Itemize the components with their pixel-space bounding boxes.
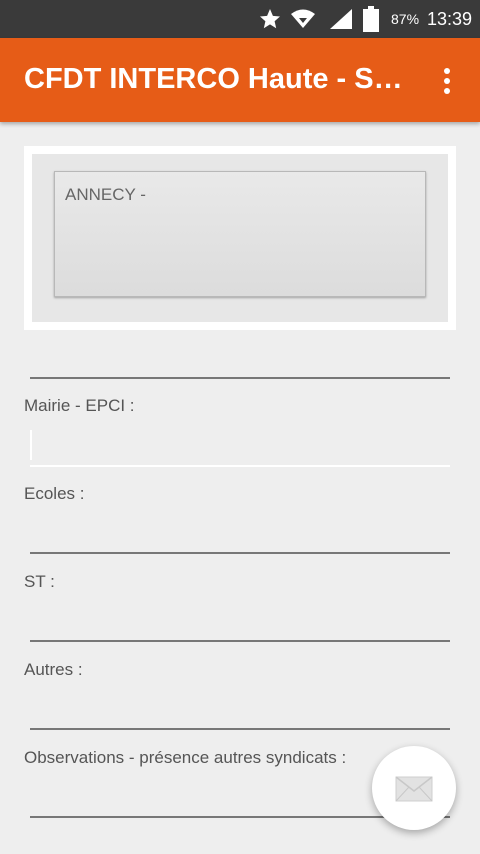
star-icon (258, 0, 282, 38)
st-input[interactable] (30, 640, 450, 642)
address-button[interactable]: ANNECY - (54, 171, 426, 297)
label-st: ST : (24, 572, 55, 591)
mairie-epci-input[interactable] (30, 465, 450, 467)
app-title: CFDT INTERCO Haute - Savoie (24, 63, 404, 95)
label-observations: Observations - présence autres syndicats… (24, 748, 347, 767)
status-bar: 87% 13:39 (0, 0, 480, 38)
text-cursor (30, 430, 32, 460)
signal-icon (328, 0, 354, 38)
send-mail-button[interactable] (372, 746, 456, 830)
mail-icon (395, 776, 433, 802)
label-autres: Autres : (24, 660, 83, 679)
label-ecoles: Ecoles : (24, 484, 85, 503)
ecoles-input[interactable] (30, 552, 450, 554)
overflow-menu-icon[interactable] (433, 66, 461, 96)
label-mairie-epci: Mairie - EPCI : (24, 396, 135, 415)
wifi-icon (290, 0, 316, 38)
address-card: ANNECY - (24, 146, 456, 330)
battery-icon (363, 0, 379, 38)
app-bar: CFDT INTERCO Haute - Savoie (0, 38, 480, 122)
address-text: ANNECY - (65, 185, 146, 204)
address-card-inner: ANNECY - (32, 154, 448, 322)
autres-input[interactable] (30, 728, 450, 730)
field-underline-1[interactable] (30, 377, 450, 379)
clock: 13:39 (427, 9, 473, 29)
battery-percent: 87% (391, 11, 420, 27)
